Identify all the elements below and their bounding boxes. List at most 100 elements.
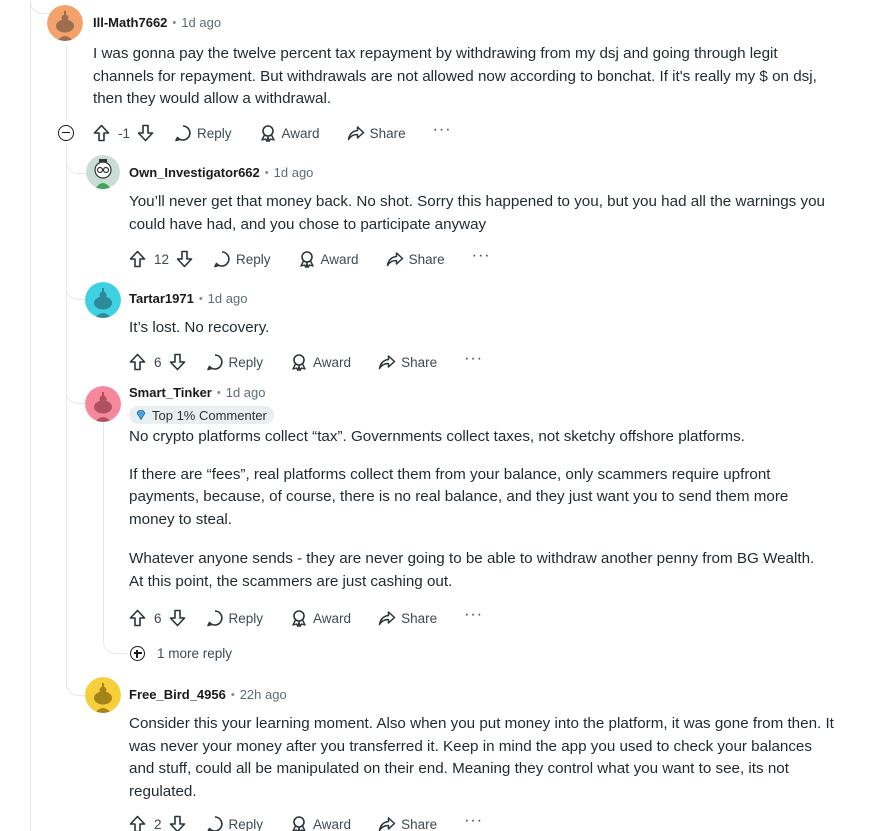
downvote-button[interactable] [137, 124, 154, 142]
separator: • [216, 386, 221, 399]
share-button[interactable]: Share [378, 815, 437, 831]
more-options-icon[interactable]: ··· [464, 351, 483, 370]
collapse-thread-button[interactable] [58, 125, 74, 141]
upvote-button[interactable] [129, 815, 146, 831]
upvote-button[interactable] [129, 353, 146, 371]
comment-paragraph: You’ll never get that money back. No sho… [129, 193, 825, 233]
comment-body: Consider this your learning moment. Also… [129, 713, 834, 803]
upvote-icon [129, 250, 146, 268]
username[interactable]: Ill-Math7662 [93, 15, 167, 30]
upvote-icon [129, 609, 146, 627]
vote-score: 12 [154, 251, 170, 267]
upvote-button[interactable] [129, 609, 146, 627]
comment-body: It’s lost. No recovery. [129, 317, 839, 340]
reply-button[interactable]: Reply [174, 124, 232, 142]
comment-body: I was gonna pay the twelve percent tax r… [93, 43, 833, 111]
share-label: Share [401, 816, 438, 831]
downvote-icon [169, 353, 185, 371]
separator: • [198, 292, 203, 305]
more-replies-link[interactable]: 1 more reply [130, 646, 232, 661]
award-button[interactable]: Award [290, 609, 351, 627]
reply-label: Reply [228, 610, 264, 626]
timestamp[interactable]: 1d ago [181, 15, 221, 30]
username[interactable]: Own_Investigator662 [129, 165, 260, 180]
more-options-icon[interactable]: ··· [464, 607, 483, 626]
share-icon [347, 126, 364, 141]
downvote-icon [169, 609, 185, 627]
timestamp[interactable]: 1d ago [226, 385, 266, 400]
downvote-icon [169, 815, 185, 831]
share-label: Share [408, 251, 445, 267]
upvote-icon [93, 124, 110, 142]
timestamp[interactable]: 1d ago [208, 291, 248, 306]
downvote-button[interactable] [169, 353, 186, 371]
award-label: Award [313, 354, 352, 370]
expand-plus-icon [130, 646, 145, 661]
share-label: Share [401, 610, 438, 626]
timestamp[interactable]: 1d ago [274, 165, 314, 180]
downvote-button[interactable] [169, 609, 186, 627]
award-button[interactable]: Award [290, 353, 351, 371]
vote-score: 2 [154, 816, 162, 831]
award-label: Award [320, 251, 359, 267]
thread-hook-1 [66, 148, 88, 174]
upvote-icon [129, 815, 146, 831]
username[interactable]: Free_Bird_4956 [129, 687, 226, 702]
reply-label: Reply [228, 354, 264, 370]
reply-icon [206, 354, 223, 371]
share-button[interactable]: Share [378, 353, 437, 371]
username[interactable]: Smart_Tinker [129, 385, 212, 400]
more-options-icon[interactable]: ··· [464, 813, 483, 831]
reply-button[interactable]: Reply [206, 609, 264, 627]
avatar[interactable] [85, 386, 121, 422]
award-icon [292, 610, 306, 627]
share-button[interactable]: Share [378, 609, 437, 627]
avatar[interactable] [47, 5, 83, 41]
award-button[interactable]: Award [290, 815, 351, 831]
share-label: Share [369, 125, 406, 141]
reply-icon [206, 816, 223, 831]
share-button[interactable]: Share [386, 250, 445, 268]
username[interactable]: Tartar1971 [129, 291, 194, 306]
timestamp[interactable]: 22h ago [240, 687, 287, 702]
upvote-button[interactable] [129, 250, 146, 268]
more-options-icon[interactable]: ··· [433, 122, 452, 141]
thread-line-replies [66, 143, 67, 688]
share-icon [378, 355, 396, 370]
avatar[interactable] [86, 155, 120, 189]
share-icon [378, 817, 396, 831]
avatar[interactable] [85, 282, 121, 318]
reply-icon [206, 610, 223, 627]
downvote-button[interactable] [176, 250, 193, 268]
badge-label: Top 1% Commenter [152, 407, 267, 423]
upvote-icon [129, 353, 146, 371]
reply-button[interactable]: Reply [206, 353, 264, 371]
award-label: Award [313, 610, 352, 626]
comment-meta: Smart_Tinker • 1d ago [129, 385, 265, 400]
award-icon [292, 816, 306, 831]
reply-icon [175, 125, 191, 142]
upvote-button[interactable] [93, 124, 110, 142]
comment-paragraph: It’s lost. No recovery. [129, 319, 270, 336]
comment-paragraph: Consider this your learning moment. Also… [129, 715, 834, 800]
award-button[interactable]: Award [259, 124, 320, 142]
thread-line-outer [30, 0, 31, 831]
share-button[interactable]: Share [347, 124, 406, 142]
vote-score: 6 [154, 354, 162, 370]
top-commenter-badge: Top 1% Commenter [129, 406, 274, 424]
more-options-icon[interactable]: ··· [472, 248, 491, 267]
vote-score: 6 [154, 610, 162, 626]
comment-actions: -1 Reply Award Share ··· [93, 122, 452, 142]
award-button[interactable]: Award [298, 250, 359, 268]
share-label: Share [401, 354, 438, 370]
comment-meta: Tartar1971 • 1d ago [129, 291, 247, 306]
comment-body: You’ll never get that money back. No sho… [129, 191, 839, 236]
downvote-button[interactable] [169, 815, 186, 831]
separator: • [230, 688, 235, 701]
comment-paragraph: I was gonna pay the twelve percent tax r… [93, 45, 817, 107]
reply-button[interactable]: Reply [206, 815, 263, 831]
separator: • [264, 166, 269, 179]
reply-button[interactable]: Reply [213, 250, 271, 268]
downvote-icon [176, 250, 193, 268]
avatar[interactable] [85, 677, 121, 713]
